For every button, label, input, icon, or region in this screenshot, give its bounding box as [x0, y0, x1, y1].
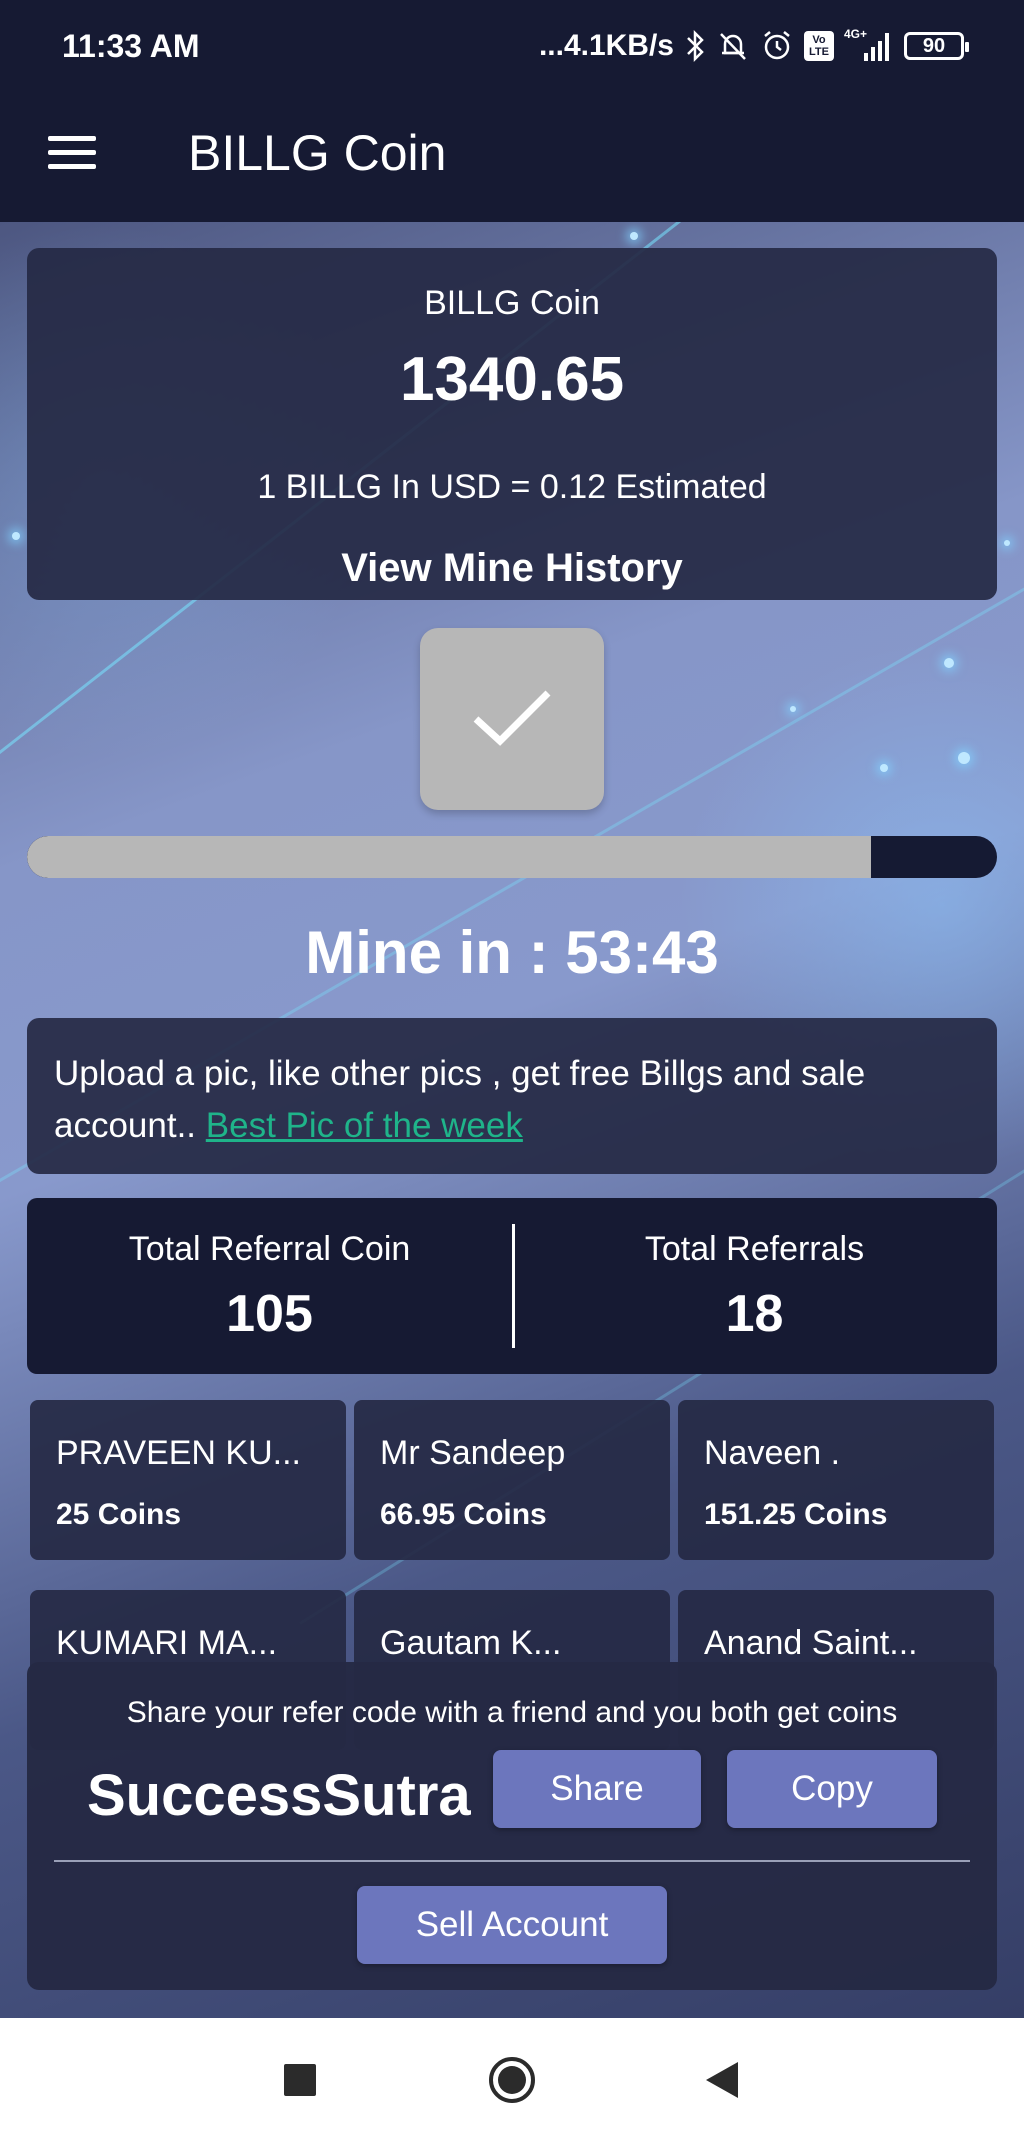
share-refer-card: Share your refer code with a friend and …: [27, 1662, 997, 1990]
background-sparkle: [958, 752, 970, 764]
home-icon[interactable]: [480, 2048, 544, 2112]
share-button[interactable]: Share: [493, 1750, 701, 1828]
network-speed: ...4.1KB/s: [538, 29, 674, 62]
coin-balance: 1340.65: [399, 345, 625, 414]
referral-coin-label: Total Referral Coin: [128, 1230, 411, 1268]
network-type-label: 4G+: [844, 27, 868, 41]
user-name: PRAVEEN KU...: [56, 1434, 301, 1472]
coin-rate: 1 BILLG In USD = 0.12 Estimated: [257, 468, 767, 506]
user-coins: 66.95 Coins: [380, 1498, 547, 1531]
recent-apps-icon[interactable]: [268, 2048, 332, 2112]
status-bar: 11:33 AM ...4.1KB/s Vo LTE 4G+ 90: [0, 0, 1024, 96]
hamburger-menu-icon[interactable]: [46, 128, 100, 182]
user-card[interactable]: Naveen . 151.25 Coins: [678, 1400, 994, 1560]
share-refer-text: Share your refer code with a friend and …: [126, 1696, 898, 1729]
app-title: BILLG Coin: [188, 125, 447, 181]
mining-progress-fill: [27, 836, 871, 878]
bluetooth-icon: [684, 29, 706, 63]
referrals-count-label: Total Referrals: [644, 1230, 865, 1268]
user-card[interactable]: Mr Sandeep 66.95 Coins: [354, 1400, 670, 1560]
background-sparkle: [12, 532, 20, 540]
mute-bell-icon: [716, 29, 750, 63]
user-name: Naveen .: [704, 1434, 841, 1472]
mine-check-button[interactable]: [420, 628, 604, 810]
share-divider: [54, 1860, 970, 1862]
referral-coin-value: 105: [226, 1285, 313, 1343]
user-coins: 151.25 Coins: [704, 1498, 888, 1531]
alarm-icon: [760, 29, 794, 63]
background-sparkle: [1004, 540, 1010, 546]
battery-icon: 90: [904, 32, 969, 60]
status-time: 11:33 AM: [62, 28, 200, 64]
view-mine-history-link[interactable]: View Mine History: [27, 546, 997, 591]
user-card[interactable]: PRAVEEN KU... 25 Coins: [30, 1400, 346, 1560]
best-pic-link[interactable]: Best Pic of the week: [206, 1106, 523, 1145]
sell-account-button[interactable]: Sell Account: [357, 1886, 667, 1964]
upload-promo-card: Upload a pic, like other pics , get free…: [27, 1018, 997, 1174]
app-bar: BILLG Coin: [0, 96, 1024, 222]
background-sparkle: [880, 764, 888, 772]
mine-timer: Mine in : 53:43: [305, 919, 719, 986]
background-sparkle: [944, 658, 954, 668]
user-name: Mr Sandeep: [380, 1434, 566, 1472]
checkmark-icon: [470, 685, 554, 754]
user-name: Anand Saint...: [704, 1624, 918, 1662]
volte-icon: Vo LTE: [804, 31, 834, 61]
coin-label: BILLG Coin: [424, 284, 600, 322]
total-referrals: Total Referrals 18: [512, 1198, 997, 1374]
back-icon[interactable]: [690, 2048, 754, 2112]
background-sparkle: [630, 232, 638, 240]
total-referral-coin: Total Referral Coin 105: [27, 1198, 512, 1374]
signal-icon: 4G+: [844, 27, 894, 63]
main-content[interactable]: BILLG Coin 1340.65 1 BILLG In USD = 0.12…: [0, 222, 1024, 2018]
referrals-count-value: 18: [725, 1285, 784, 1343]
status-icons: ...4.1KB/s Vo LTE 4G+ 90: [538, 26, 969, 66]
system-nav-bar: [0, 2018, 1024, 2142]
user-name: Gautam K...: [380, 1624, 562, 1662]
user-name: KUMARI MA...: [56, 1624, 278, 1662]
mining-progress-bar: [27, 836, 997, 878]
copy-button[interactable]: Copy: [727, 1750, 937, 1828]
coin-balance-card: BILLG Coin 1340.65 1 BILLG In USD = 0.12…: [27, 248, 997, 600]
user-coins: 25 Coins: [56, 1498, 182, 1531]
refer-code: SuccessSutra: [87, 1763, 471, 1828]
background-sparkle: [790, 706, 796, 712]
referral-stats-card: Total Referral Coin 105 Total Referrals …: [27, 1198, 997, 1374]
